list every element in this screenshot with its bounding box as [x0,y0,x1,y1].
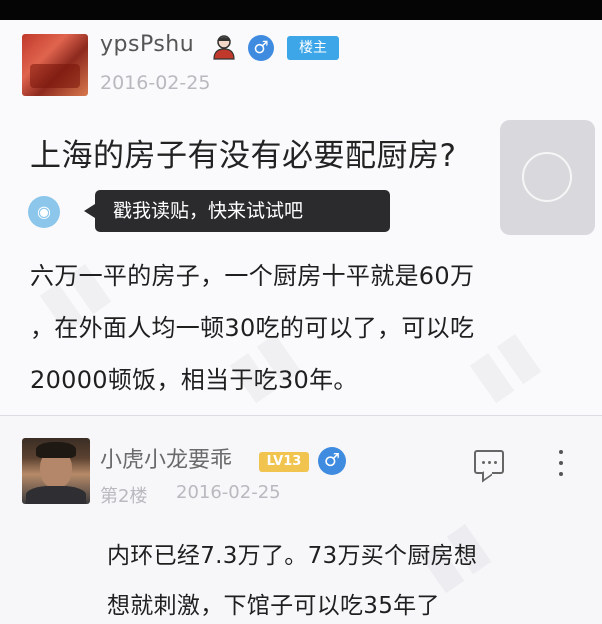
male-icon: ♂ [248,35,274,61]
owner-badge: 楼主 [287,36,339,60]
read-aloud-tooltip[interactable]: 戳我读贴，快来试试吧 [84,190,390,232]
comment-icon[interactable] [474,450,504,474]
floor-number: 第2楼 [100,486,148,507]
sound-wave-icon[interactable]: ◉ [28,196,60,228]
status-bar [0,0,602,20]
post-body-line: 六万一平的房子，一个厨房十平就是60万 [30,262,475,290]
post-body-line: ，在外面人均一顿30吃的可以了，可以吃 [30,314,475,342]
level-badge: LV13 [259,452,309,472]
play-overlay[interactable] [500,120,595,235]
author-name[interactable]: ypsPshu [100,32,194,57]
reply-date: 2016-02-25 [176,482,281,503]
post-body-line: 20000顿饭，相当于吃30年。 [30,366,358,394]
reply-author-name[interactable]: 小虎小龙要乖 [100,442,232,474]
male-icon: ♂ [318,447,346,475]
post-title: 上海的房子有没有必要配厨房? [30,138,457,174]
post-date: 2016-02-25 [100,72,211,94]
reply-body-line: 内环已经7.3万了。73万买个厨房想 [107,543,478,569]
author-avatar[interactable] [22,34,88,96]
user-icon [213,35,235,60]
play-icon [522,152,572,202]
reply-avatar[interactable] [22,438,90,504]
more-vertical-icon[interactable] [554,448,568,478]
reply-body-line: 想就刺激，下馆子可以吃35年了 [107,593,440,619]
